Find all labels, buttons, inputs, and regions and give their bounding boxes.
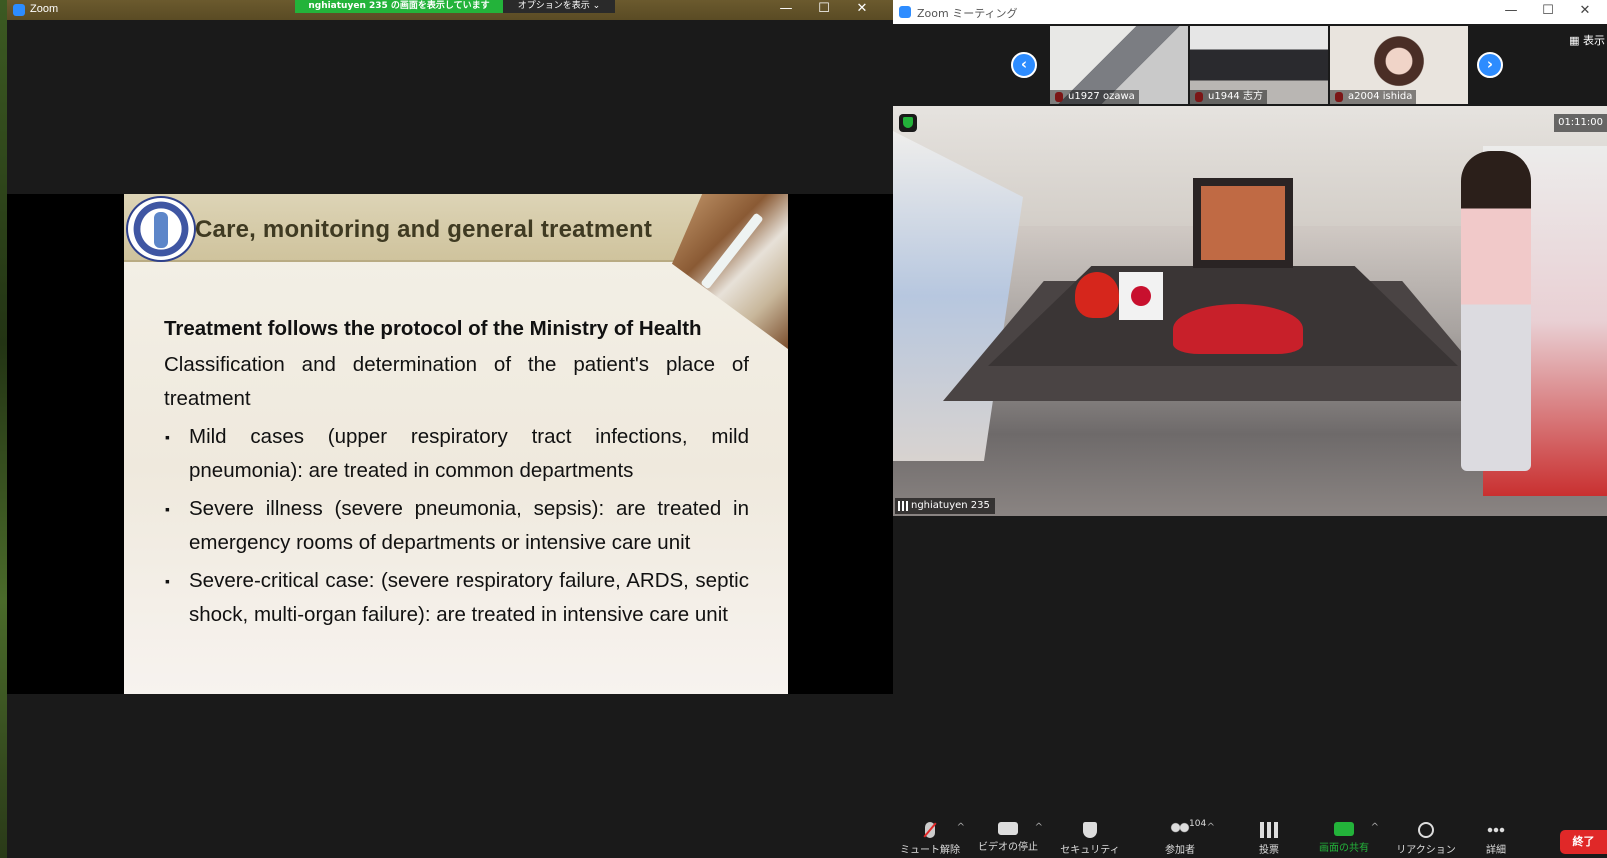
share-screen-label: 画面の共有 xyxy=(1319,843,1369,854)
bullet-text: Severe illness (severe pneumonia, sepsis… xyxy=(189,497,749,554)
participants-icon xyxy=(1169,822,1191,838)
share-screen-icon xyxy=(1334,822,1354,836)
share-window-titlebar[interactable]: Zoom nghiatuyen 235 の画面を表示しています オプションを表示… xyxy=(7,0,893,20)
participant-name: a2004 ishida xyxy=(1330,90,1417,104)
japan-flag-icon xyxy=(1119,272,1163,320)
security-button[interactable]: セキュリティ xyxy=(1053,822,1127,858)
reactions-button[interactable]: リアクション xyxy=(1389,822,1463,858)
slide-heading: Treatment follows the protocol of the Mi… xyxy=(164,317,702,340)
stop-video-button[interactable]: ビデオの停止 ^ xyxy=(971,822,1045,858)
meeting-toolbar: ミュート解除 ^ ビデオの停止 ^ セキュリティ 104 参加者 ^ 投票 画面… xyxy=(893,818,1607,858)
bullet-text: Severe-critical case: (severe respirator… xyxy=(189,569,749,626)
gallery-next-button[interactable]: › xyxy=(1477,52,1503,78)
stop-video-label: ビデオの停止 xyxy=(978,842,1038,853)
speaker-name: nghiatuyen 235 xyxy=(911,500,990,511)
university-logo-icon xyxy=(126,196,196,262)
participant-thumbnail[interactable]: u1927 ozawa xyxy=(1050,26,1188,104)
zoom-app-icon xyxy=(899,6,911,18)
conference-screen xyxy=(1193,178,1293,268)
slide-title: Care, monitoring and general treatment xyxy=(195,216,653,243)
speaker-name-tag: nghiatuyen 235 xyxy=(895,498,995,514)
poll-chart-icon xyxy=(1260,822,1278,838)
muted-mic-icon xyxy=(925,822,935,838)
close-button[interactable]: ✕ xyxy=(843,0,881,20)
polls-button[interactable]: 投票 xyxy=(1232,822,1306,858)
bullet-marker-icon: ▪ xyxy=(165,429,170,445)
participants-button[interactable]: 104 参加者 ^ xyxy=(1143,819,1217,858)
slide-bullet: ▪ Mild cases (upper respiratory tract in… xyxy=(164,420,749,488)
participant-gallery-strip: ‹ u1927 ozawa u1944 志方 a2004 ishida › ▦ … xyxy=(893,24,1607,106)
ellipsis-icon xyxy=(1487,822,1505,838)
slide-bullet: ▪ Severe-critical case: (severe respirat… xyxy=(164,564,749,632)
more-label: 詳細 xyxy=(1486,845,1506,856)
participants-label: 参加者 xyxy=(1165,845,1195,856)
unmute-label: ミュート解除 xyxy=(900,845,960,856)
encryption-shield-icon[interactable] xyxy=(899,114,917,132)
end-meeting-button[interactable]: 終了 xyxy=(1560,830,1607,854)
slide-intro-text: Classification and determination of the … xyxy=(164,353,749,410)
desktop-wallpaper-strip xyxy=(0,0,7,858)
smiley-icon xyxy=(1418,822,1434,838)
close-button[interactable]: ✕ xyxy=(1568,2,1602,22)
active-speaker-video[interactable]: 01:11:00 nghiatuyen 235 xyxy=(893,106,1607,516)
unmute-button[interactable]: ミュート解除 ^ xyxy=(893,822,967,858)
meeting-timer: 01:11:00 xyxy=(1554,114,1607,132)
participant-thumbnail[interactable]: u1944 志方 xyxy=(1190,26,1328,104)
meeting-window-titlebar[interactable]: Zoom ミーティング — ☐ ✕ xyxy=(893,0,1607,24)
more-button[interactable]: 詳細 xyxy=(1459,822,1533,858)
chevron-up-icon[interactable]: ^ xyxy=(1207,822,1215,833)
view-layout-button[interactable]: ▦ 表示 xyxy=(1569,32,1605,48)
security-label: セキュリティ xyxy=(1060,845,1120,856)
presentation-slide: Care, monitoring and general treatment T… xyxy=(124,194,788,694)
participant-name: u1927 ozawa xyxy=(1050,90,1139,104)
minimize-button[interactable]: — xyxy=(1494,2,1528,22)
zoom-app-icon xyxy=(13,4,25,16)
participant-thumbnail[interactable]: a2004 ishida xyxy=(1330,26,1468,104)
chevron-up-icon[interactable]: ^ xyxy=(1371,822,1379,833)
chevron-up-icon[interactable]: ^ xyxy=(957,822,965,833)
flower-arrangement xyxy=(1173,304,1303,354)
presenter-figure xyxy=(1461,151,1531,471)
minimize-button[interactable]: — xyxy=(767,0,805,20)
chevron-up-icon[interactable]: ^ xyxy=(1035,822,1043,833)
slide-body: Treatment follows the protocol of the Mi… xyxy=(164,312,749,632)
shield-icon xyxy=(1083,822,1097,838)
bullet-marker-icon: ▪ xyxy=(165,501,170,517)
maximize-button[interactable]: ☐ xyxy=(805,0,843,20)
meeting-window-title: Zoom ミーティング xyxy=(917,7,1018,20)
view-options-button[interactable]: オプションを表示 ⌄ xyxy=(503,0,615,13)
reactions-label: リアクション xyxy=(1396,845,1456,856)
maximize-button[interactable]: ☐ xyxy=(1531,2,1565,22)
bullet-text: Mild cases (upper respiratory tract infe… xyxy=(189,425,749,482)
camera-icon xyxy=(998,822,1018,835)
participant-name: u1944 志方 xyxy=(1190,90,1267,104)
slide-bullet: ▪ Severe illness (severe pneumonia, seps… xyxy=(164,492,749,560)
bullet-marker-icon: ▪ xyxy=(165,573,170,589)
share-screen-button[interactable]: 画面の共有 ^ xyxy=(1307,822,1381,858)
screen-share-banner: nghiatuyen 235 の画面を表示しています xyxy=(295,0,503,13)
gallery-prev-button[interactable]: ‹ xyxy=(1011,52,1037,78)
polls-label: 投票 xyxy=(1259,845,1279,856)
share-window-title: Zoom xyxy=(30,3,59,15)
signal-bars-icon xyxy=(898,501,908,511)
meeting-window: Zoom ミーティング — ☐ ✕ ‹ u1927 ozawa u1944 志方… xyxy=(893,0,1607,858)
vietnam-flag-icon xyxy=(1075,272,1119,318)
screen-share-window: Zoom nghiatuyen 235 の画面を表示しています オプションを表示… xyxy=(7,0,893,858)
participants-count: 104 xyxy=(1189,819,1207,829)
